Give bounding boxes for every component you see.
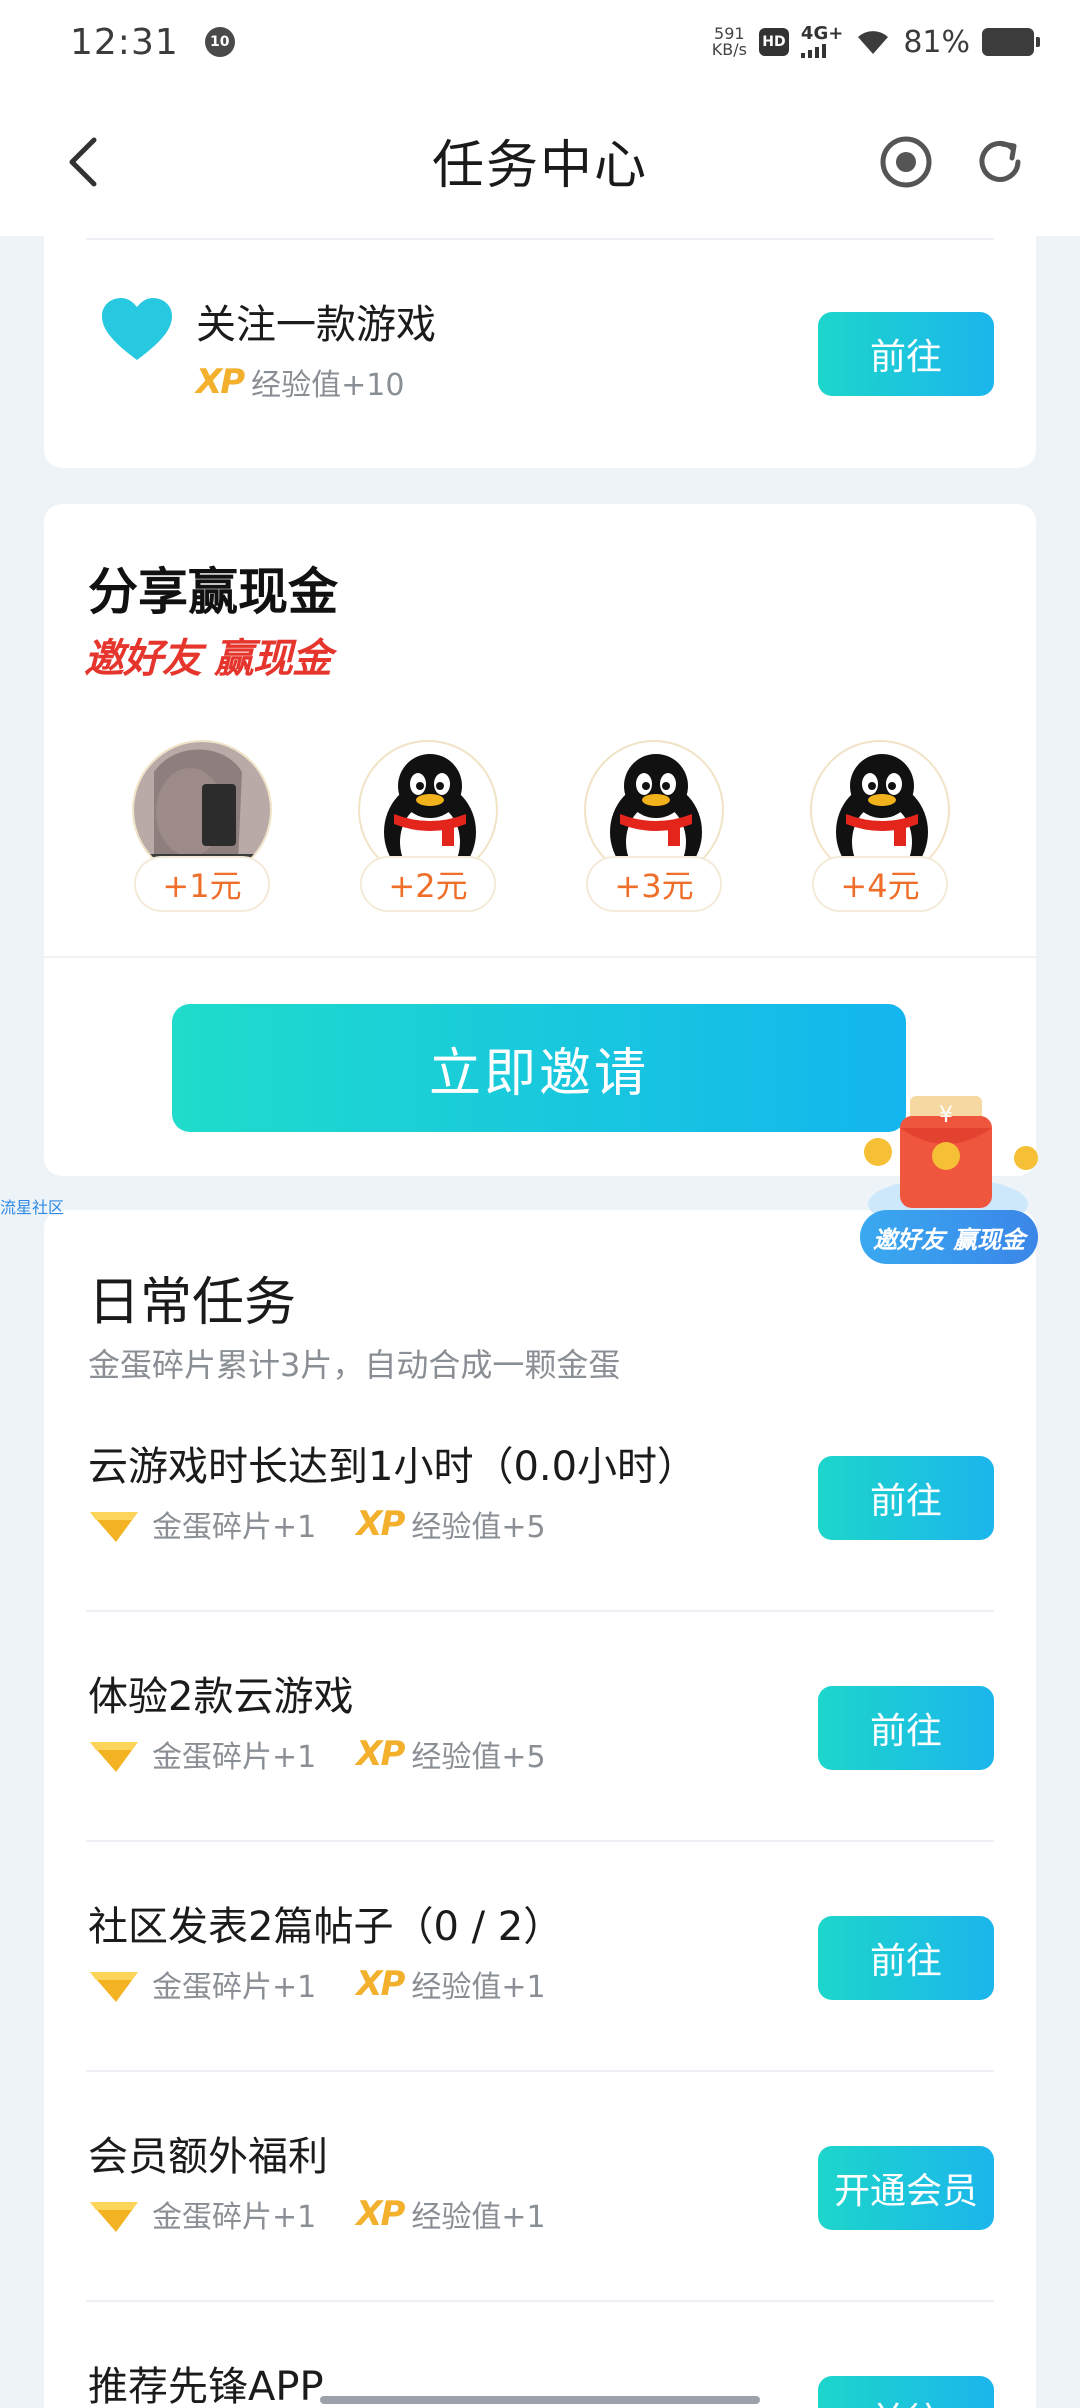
task-go-button[interactable]: 前往 — [818, 2376, 994, 2408]
hd-icon: HD — [758, 28, 789, 56]
task-go-button[interactable]: 前往 — [818, 1686, 994, 1770]
task-rewards: 金蛋碎片+1 XP 经验值+5 — [88, 1732, 546, 1776]
task-go-button[interactable]: 前往 — [818, 1916, 994, 2000]
friend-slot-1[interactable]: +1元 — [132, 740, 272, 920]
divider — [86, 1610, 994, 1612]
xp-icon: XP — [356, 1734, 405, 1774]
network-speed: 591 KB/s — [712, 26, 747, 58]
status-bar: 12:31 10 591 KB/s HD 4G+ 81% — [0, 0, 1080, 84]
daily-tasks-title: 日常任务 — [88, 1273, 297, 1333]
egg-reward: 金蛋碎片+1 — [152, 1740, 317, 1775]
follow-task-title: 关注一款游戏 — [196, 302, 436, 348]
currency-symbol: ¥ — [939, 1103, 953, 1128]
xp-icon: XP — [356, 2194, 405, 2234]
gold-egg-shard-icon — [90, 2202, 138, 2232]
gold-egg-shard-icon — [90, 1972, 138, 2002]
reward-amount: +1元 — [134, 856, 270, 912]
xp-reward: 经验值+5 — [411, 1510, 546, 1545]
task-title: 社区发表2篇帖子（0 / 2） — [88, 1904, 564, 1950]
xp-reward: 经验值+1 — [411, 2200, 546, 2235]
task-rewards: 金蛋碎片+1 XP 经验值+1 — [88, 2192, 546, 2236]
gold-egg-shard-icon — [90, 1742, 138, 1772]
friend-slot-3[interactable]: +3元 — [584, 740, 724, 920]
divider — [86, 1840, 994, 1842]
task-go-button[interactable]: 前往 — [818, 1456, 994, 1540]
signal-bars — [800, 42, 826, 58]
floating-badge-label: 邀好友 赢现金 — [860, 1210, 1038, 1264]
network-speed-unit: KB/s — [711, 40, 747, 59]
xp-reward: 经验值+5 — [411, 1740, 546, 1775]
reward-amount: +4元 — [812, 856, 948, 912]
record-icon[interactable] — [878, 134, 934, 190]
follow-task-reward: XP 经验值+10 — [196, 360, 404, 404]
home-indicator[interactable] — [320, 2396, 760, 2404]
heart-icon — [102, 298, 172, 360]
back-arrow-icon[interactable] — [60, 132, 110, 192]
battery-icon — [982, 28, 1040, 56]
task-title: 会员额外福利 — [88, 2134, 328, 2180]
signal-icon: 4G+ — [800, 23, 844, 58]
task-rewards: 金蛋碎片+1 XP 经验值+1 — [88, 1962, 546, 2006]
xp-reward: 经验值+1 — [411, 1970, 546, 2005]
task-title: 云游戏时长达到1小时（0.0小时） — [88, 1444, 698, 1490]
invite-now-button[interactable]: 立即邀请 — [172, 1004, 906, 1132]
gold-egg-shard-icon — [90, 1512, 138, 1542]
task-title: 推荐先锋APP — [88, 2364, 324, 2408]
task-rewards: 金蛋碎片+1 XP 经验值+5 — [88, 1502, 546, 1546]
share-slogan: 邀好友 赢现金 — [84, 636, 332, 682]
status-indicators: 591 KB/s HD 4G+ 81% — [712, 23, 1040, 60]
status-time: 12:31 — [70, 21, 179, 63]
daily-tasks-subtitle: 金蛋碎片累计3片，自动合成一颗金蛋 — [88, 1346, 621, 1384]
xp-icon: XP — [356, 1504, 405, 1544]
divider — [86, 2070, 994, 2072]
wifi-icon — [858, 31, 889, 54]
egg-reward: 金蛋碎片+1 — [152, 1970, 317, 2005]
follow-task-card: 关注一款游戏 XP 经验值+10 前往 — [44, 236, 1036, 468]
refresh-icon[interactable] — [972, 134, 1028, 190]
daily-tasks-card: 日常任务 金蛋碎片累计3片，自动合成一颗金蛋 云游戏时长达到1小时（0.0小时）… — [44, 1210, 1036, 2408]
red-envelope-icon: ¥ — [864, 1096, 1038, 1230]
page-title: 任务中心 — [431, 135, 648, 196]
egg-reward: 金蛋碎片+1 — [152, 1510, 317, 1545]
reward-amount: +3元 — [586, 856, 722, 912]
divider — [86, 2300, 994, 2302]
notification-badge: 10 — [204, 27, 235, 57]
battery-percent: 81% — [903, 24, 970, 60]
xp-reward: 经验值+10 — [251, 368, 405, 403]
floating-invite-badge[interactable]: ¥ 邀好友 赢现金 — [848, 1094, 1044, 1274]
network-type: 4G+ — [800, 23, 844, 44]
share-title: 分享赢现金 — [88, 563, 338, 621]
divider — [86, 238, 994, 240]
xp-icon: XP — [196, 362, 245, 402]
xp-icon: XP — [356, 1964, 405, 2004]
open-membership-button[interactable]: 开通会员 — [818, 2146, 994, 2230]
task-title: 体验2款云游戏 — [88, 1674, 354, 1720]
top-nav-bar: 任务中心 — [0, 84, 1080, 236]
reward-amount: +2元 — [360, 856, 496, 912]
divider — [44, 956, 1036, 958]
egg-reward: 金蛋碎片+1 — [152, 2200, 317, 2235]
follow-go-button[interactable]: 前往 — [818, 312, 994, 396]
share-cash-card: 分享赢现金 邀好友 赢现金 +1元 +2元 +3元 +4元 立即邀请 — [44, 504, 1036, 1176]
community-side-link[interactable]: 流星社区 — [0, 1194, 64, 1218]
friend-slot-4[interactable]: +4元 — [810, 740, 950, 920]
friend-slot-2[interactable]: +2元 — [358, 740, 498, 920]
